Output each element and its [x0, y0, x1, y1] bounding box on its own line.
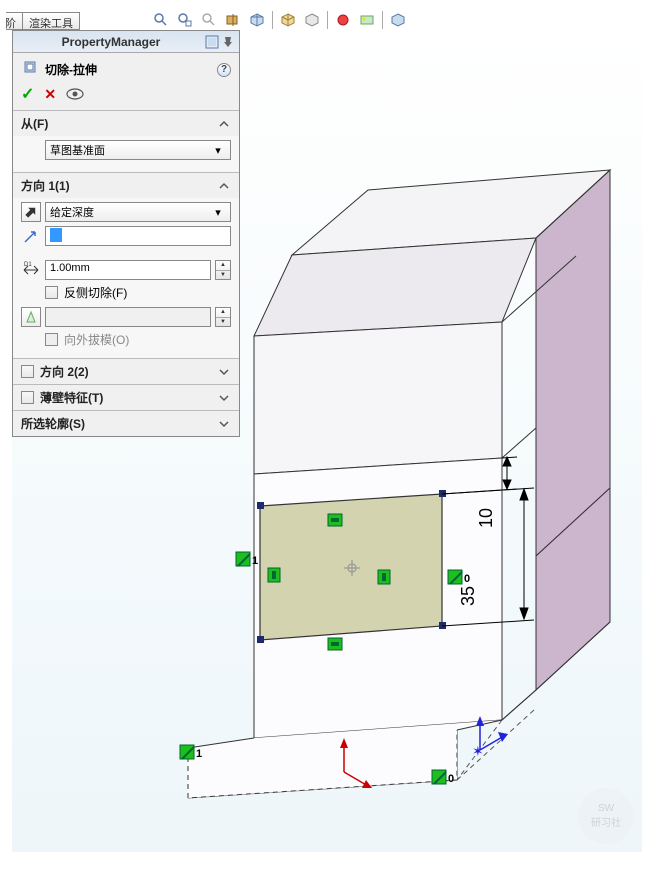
end-condition-dropdown[interactable]: 给定深度 ▾: [45, 202, 231, 222]
property-manager-panel: PropertyManager 切除-拉伸 ? ✓ ✕ 从(F) 草图基准面: [12, 30, 240, 437]
svg-text:0: 0: [448, 773, 454, 785]
tab-eval[interactable]: 阶: [0, 12, 23, 30]
svg-text:1: 1: [252, 555, 258, 567]
watermark: SW 研习社: [578, 788, 634, 844]
direction-arrow-icon: [21, 226, 41, 246]
pm-feature-header: 切除-拉伸 ? ✓ ✕: [13, 53, 239, 110]
dir2-checkbox[interactable]: [21, 365, 34, 378]
pm-extra-icon[interactable]: [205, 35, 219, 49]
flip-side-label: 反侧切除(F): [64, 284, 127, 301]
draft-spinner: ▲▼: [215, 307, 231, 327]
feature-name: 切除-拉伸: [45, 61, 97, 78]
section-view-icon[interactable]: [222, 9, 244, 31]
chevron-down-icon: ▾: [210, 204, 226, 220]
tab-render-tools[interactable]: 渲染工具: [22, 12, 80, 30]
svg-text:0: 0: [464, 573, 470, 585]
section-dir2: 方向 2(2): [13, 358, 239, 384]
section-contours: 所选轮廓(S): [13, 410, 239, 436]
draft-icon[interactable]: [21, 307, 41, 327]
flip-side-checkbox[interactable]: [45, 286, 58, 299]
svg-text:1: 1: [196, 748, 202, 760]
section-thin: 薄壁特征(T): [13, 384, 239, 410]
from-dropdown[interactable]: 草图基准面 ▾: [45, 140, 231, 160]
draft-outward-checkbox: [45, 333, 58, 346]
ok-button[interactable]: ✓: [21, 84, 34, 104]
preview-icon[interactable]: [66, 88, 82, 100]
zoom-fit-icon[interactable]: [150, 9, 172, 31]
section-dir1-header[interactable]: 方向 1(1): [13, 173, 239, 198]
chevron-down-icon: ▾: [210, 142, 226, 158]
zoom-area-icon[interactable]: [174, 9, 196, 31]
thin-checkbox[interactable]: [21, 391, 34, 404]
section-dir2-header[interactable]: 方向 2(2): [13, 359, 239, 384]
dimension-35[interactable]: 35: [458, 586, 478, 606]
section-contours-header[interactable]: 所选轮廓(S): [13, 411, 239, 436]
cut-extrude-icon: [21, 59, 39, 80]
chevron-down-icon: [217, 365, 231, 379]
view-settings-icon[interactable]: [387, 9, 409, 31]
reverse-direction-icon[interactable]: [21, 202, 41, 222]
svg-text:✶: ✶: [472, 743, 484, 759]
chevron-up-icon: [217, 179, 231, 193]
prev-view-icon[interactable]: [198, 9, 220, 31]
chevron-up-icon: [217, 117, 231, 131]
section-from-header[interactable]: 从(F): [13, 111, 239, 136]
section-from: 从(F) 草图基准面 ▾: [13, 110, 239, 172]
cancel-button[interactable]: ✕: [44, 86, 56, 103]
pm-titlebar: PropertyManager: [13, 31, 239, 53]
chevron-down-icon: [217, 391, 231, 405]
display-style-icon[interactable]: [277, 9, 299, 31]
pm-title: PropertyManager: [17, 35, 205, 49]
appearance-icon[interactable]: [332, 9, 354, 31]
draft-angle-input: [45, 307, 211, 327]
scene-icon[interactable]: [356, 9, 378, 31]
dimension-10[interactable]: 10: [476, 508, 496, 528]
svg-text:D1: D1: [24, 262, 32, 268]
draft-outward-label: 向外拔模(O): [64, 331, 129, 348]
depth-spinner[interactable]: ▲▼: [215, 260, 231, 280]
view-orient-icon[interactable]: [246, 9, 268, 31]
direction-selection-field[interactable]: [45, 226, 231, 246]
section-thin-header[interactable]: 薄壁特征(T): [13, 385, 239, 410]
depth-input[interactable]: 1.00mm: [45, 260, 211, 280]
section-dir1: 方向 1(1) 给定深度 ▾ D1 1.00mm ▲▼: [13, 172, 239, 358]
help-icon[interactable]: ?: [217, 63, 231, 77]
chevron-down-icon: [217, 417, 231, 431]
hide-show-icon[interactable]: [301, 9, 323, 31]
pin-icon[interactable]: [221, 35, 235, 49]
depth-icon: D1: [21, 260, 41, 280]
